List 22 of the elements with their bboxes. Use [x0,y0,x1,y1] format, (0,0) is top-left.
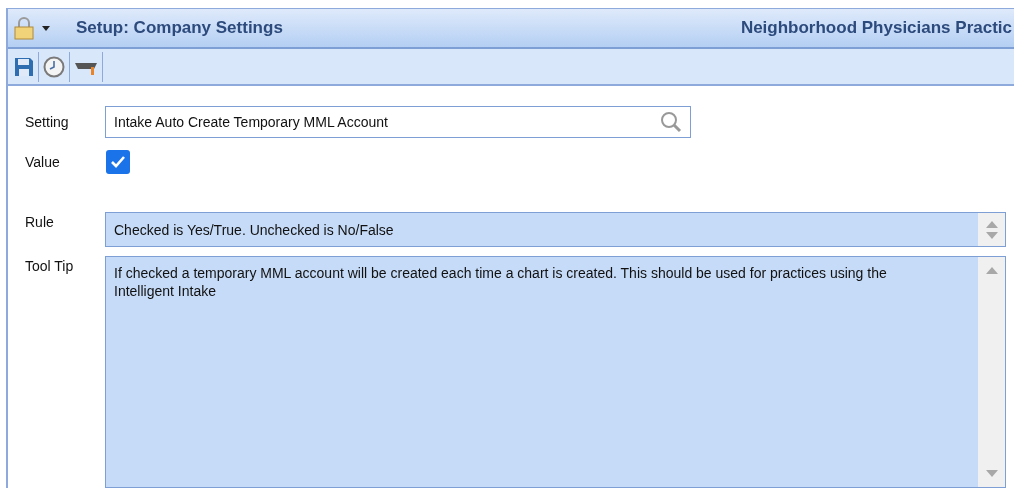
scrollbar[interactable] [978,213,1005,246]
page-title: Setup: Company Settings [76,17,283,40]
value-checkbox[interactable] [106,150,130,174]
setting-field[interactable]: Intake Auto Create Temporary MML Account [105,106,691,138]
rule-label: Rule [25,213,55,232]
rule-field[interactable]: Checked is Yes/True. Unchecked is No/False [105,212,1006,247]
save-icon[interactable] [14,56,34,77]
practice-name: Neighborhood Physicians Practic [740,17,1012,40]
tooltip-label: Tool Tip [25,257,75,276]
value-label: Value [25,152,61,172]
checkmark-icon [110,155,126,169]
scroll-down-icon[interactable] [985,470,998,477]
scroll-down-icon[interactable] [985,231,998,239]
search-icon[interactable] [660,111,682,133]
tooltip-field[interactable]: If checked a temporary MML account will be created each time a chart is created. This should be used for practices using the Intelligent Intake [105,256,1006,488]
caret-icon[interactable] [42,25,50,31]
scrollbar[interactable] [978,257,1005,487]
scroll-up-icon[interactable] [985,267,998,274]
scroll-up-icon[interactable] [985,220,998,228]
padlock-icon[interactable] [14,16,34,41]
setting-label: Setting [25,112,70,132]
clock-icon[interactable] [43,55,65,78]
